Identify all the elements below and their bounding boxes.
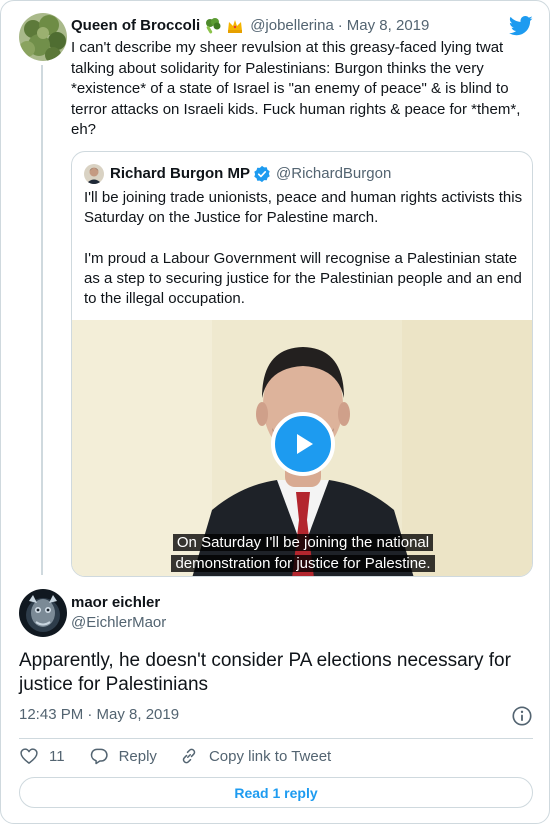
quoted-author-handle[interactable]: @RichardBurgon — [276, 164, 391, 184]
parent-tweet-text: I can't describe my sheer revulsion at t… — [71, 39, 521, 138]
quoted-avatar-image — [84, 164, 104, 184]
main-avatar-image — [19, 589, 67, 637]
tweet-embed-card: Queen of Broccoli @jobellerina · May 8, … — [0, 0, 550, 824]
reply-button[interactable]: Reply — [89, 746, 157, 766]
parent-author-name[interactable]: Queen of Broccoli — [71, 16, 200, 36]
reply-bubble-icon — [90, 748, 108, 765]
play-icon — [297, 434, 313, 454]
actions-divider — [19, 738, 533, 739]
quoted-tweet-text: I'll be joining trade unionists, peace a… — [84, 188, 524, 309]
main-author-handle[interactable]: @EichlerMaor — [71, 613, 166, 633]
read-reply-button[interactable]: Read 1 reply — [19, 777, 533, 808]
caption-text: On Saturday I'll be joining the national — [172, 534, 434, 551]
verified-badge-icon — [254, 165, 270, 183]
main-author-avatar[interactable] — [19, 589, 67, 637]
reply-label: Reply — [118, 747, 157, 765]
twitter-bird-icon[interactable] — [509, 15, 533, 37]
tweet-timestamp[interactable]: 12:43 PM · May 8, 2019 — [19, 705, 179, 725]
parent-tweet-date[interactable]: May 8, 2019 — [347, 16, 430, 36]
quoted-tweet-header: Richard Burgon MP @RichardBurgon — [110, 164, 391, 184]
quoted-paragraph: I'm proud a Labour Government will recog… — [84, 249, 522, 308]
copy-link-button[interactable]: Copy link to Tweet — [179, 746, 331, 766]
video-caption-line: On Saturday I'll be joining the national — [72, 532, 532, 553]
quoted-author-avatar — [84, 164, 104, 184]
parent-tweet-header: Queen of Broccoli @jobellerina · May 8, … — [71, 16, 429, 36]
quoted-tweet[interactable]: Richard Burgon MP @RichardBurgon I'll be… — [71, 151, 533, 577]
quoted-author-name[interactable]: Richard Burgon MP — [110, 164, 250, 184]
heart-icon — [20, 748, 38, 764]
link-icon — [182, 748, 196, 764]
caption-text: demonstration for justice for Palestine. — [171, 555, 435, 572]
copy-link-label: Copy link to Tweet — [208, 747, 332, 765]
video-player[interactable]: On Saturday I'll be joining the national… — [72, 320, 532, 576]
parent-author-handle[interactable]: @jobellerina — [250, 16, 334, 36]
crown-emoji-icon — [228, 20, 243, 33]
video-caption-line: demonstration for justice for Palestine. — [72, 553, 532, 574]
parent-avatar[interactable] — [19, 13, 67, 61]
info-icon[interactable] — [511, 705, 533, 727]
broccoli-avatar-image — [19, 13, 67, 61]
quoted-paragraph: I'll be joining trade unionists, peace a… — [84, 189, 523, 227]
play-button[interactable] — [271, 412, 335, 476]
broccoli-emoji-icon — [206, 18, 221, 34]
tweet-actions: 11 Reply Copy link to Tweet — [19, 745, 331, 767]
like-button[interactable]: 11 — [19, 746, 65, 766]
main-tweet-text: Apparently, he doesn't consider PA elect… — [19, 650, 511, 695]
like-count: 11 — [49, 747, 65, 765]
header-separator: · — [337, 17, 343, 34]
main-author-name[interactable]: maor eichler — [71, 593, 160, 613]
thread-connector-line — [41, 65, 43, 575]
